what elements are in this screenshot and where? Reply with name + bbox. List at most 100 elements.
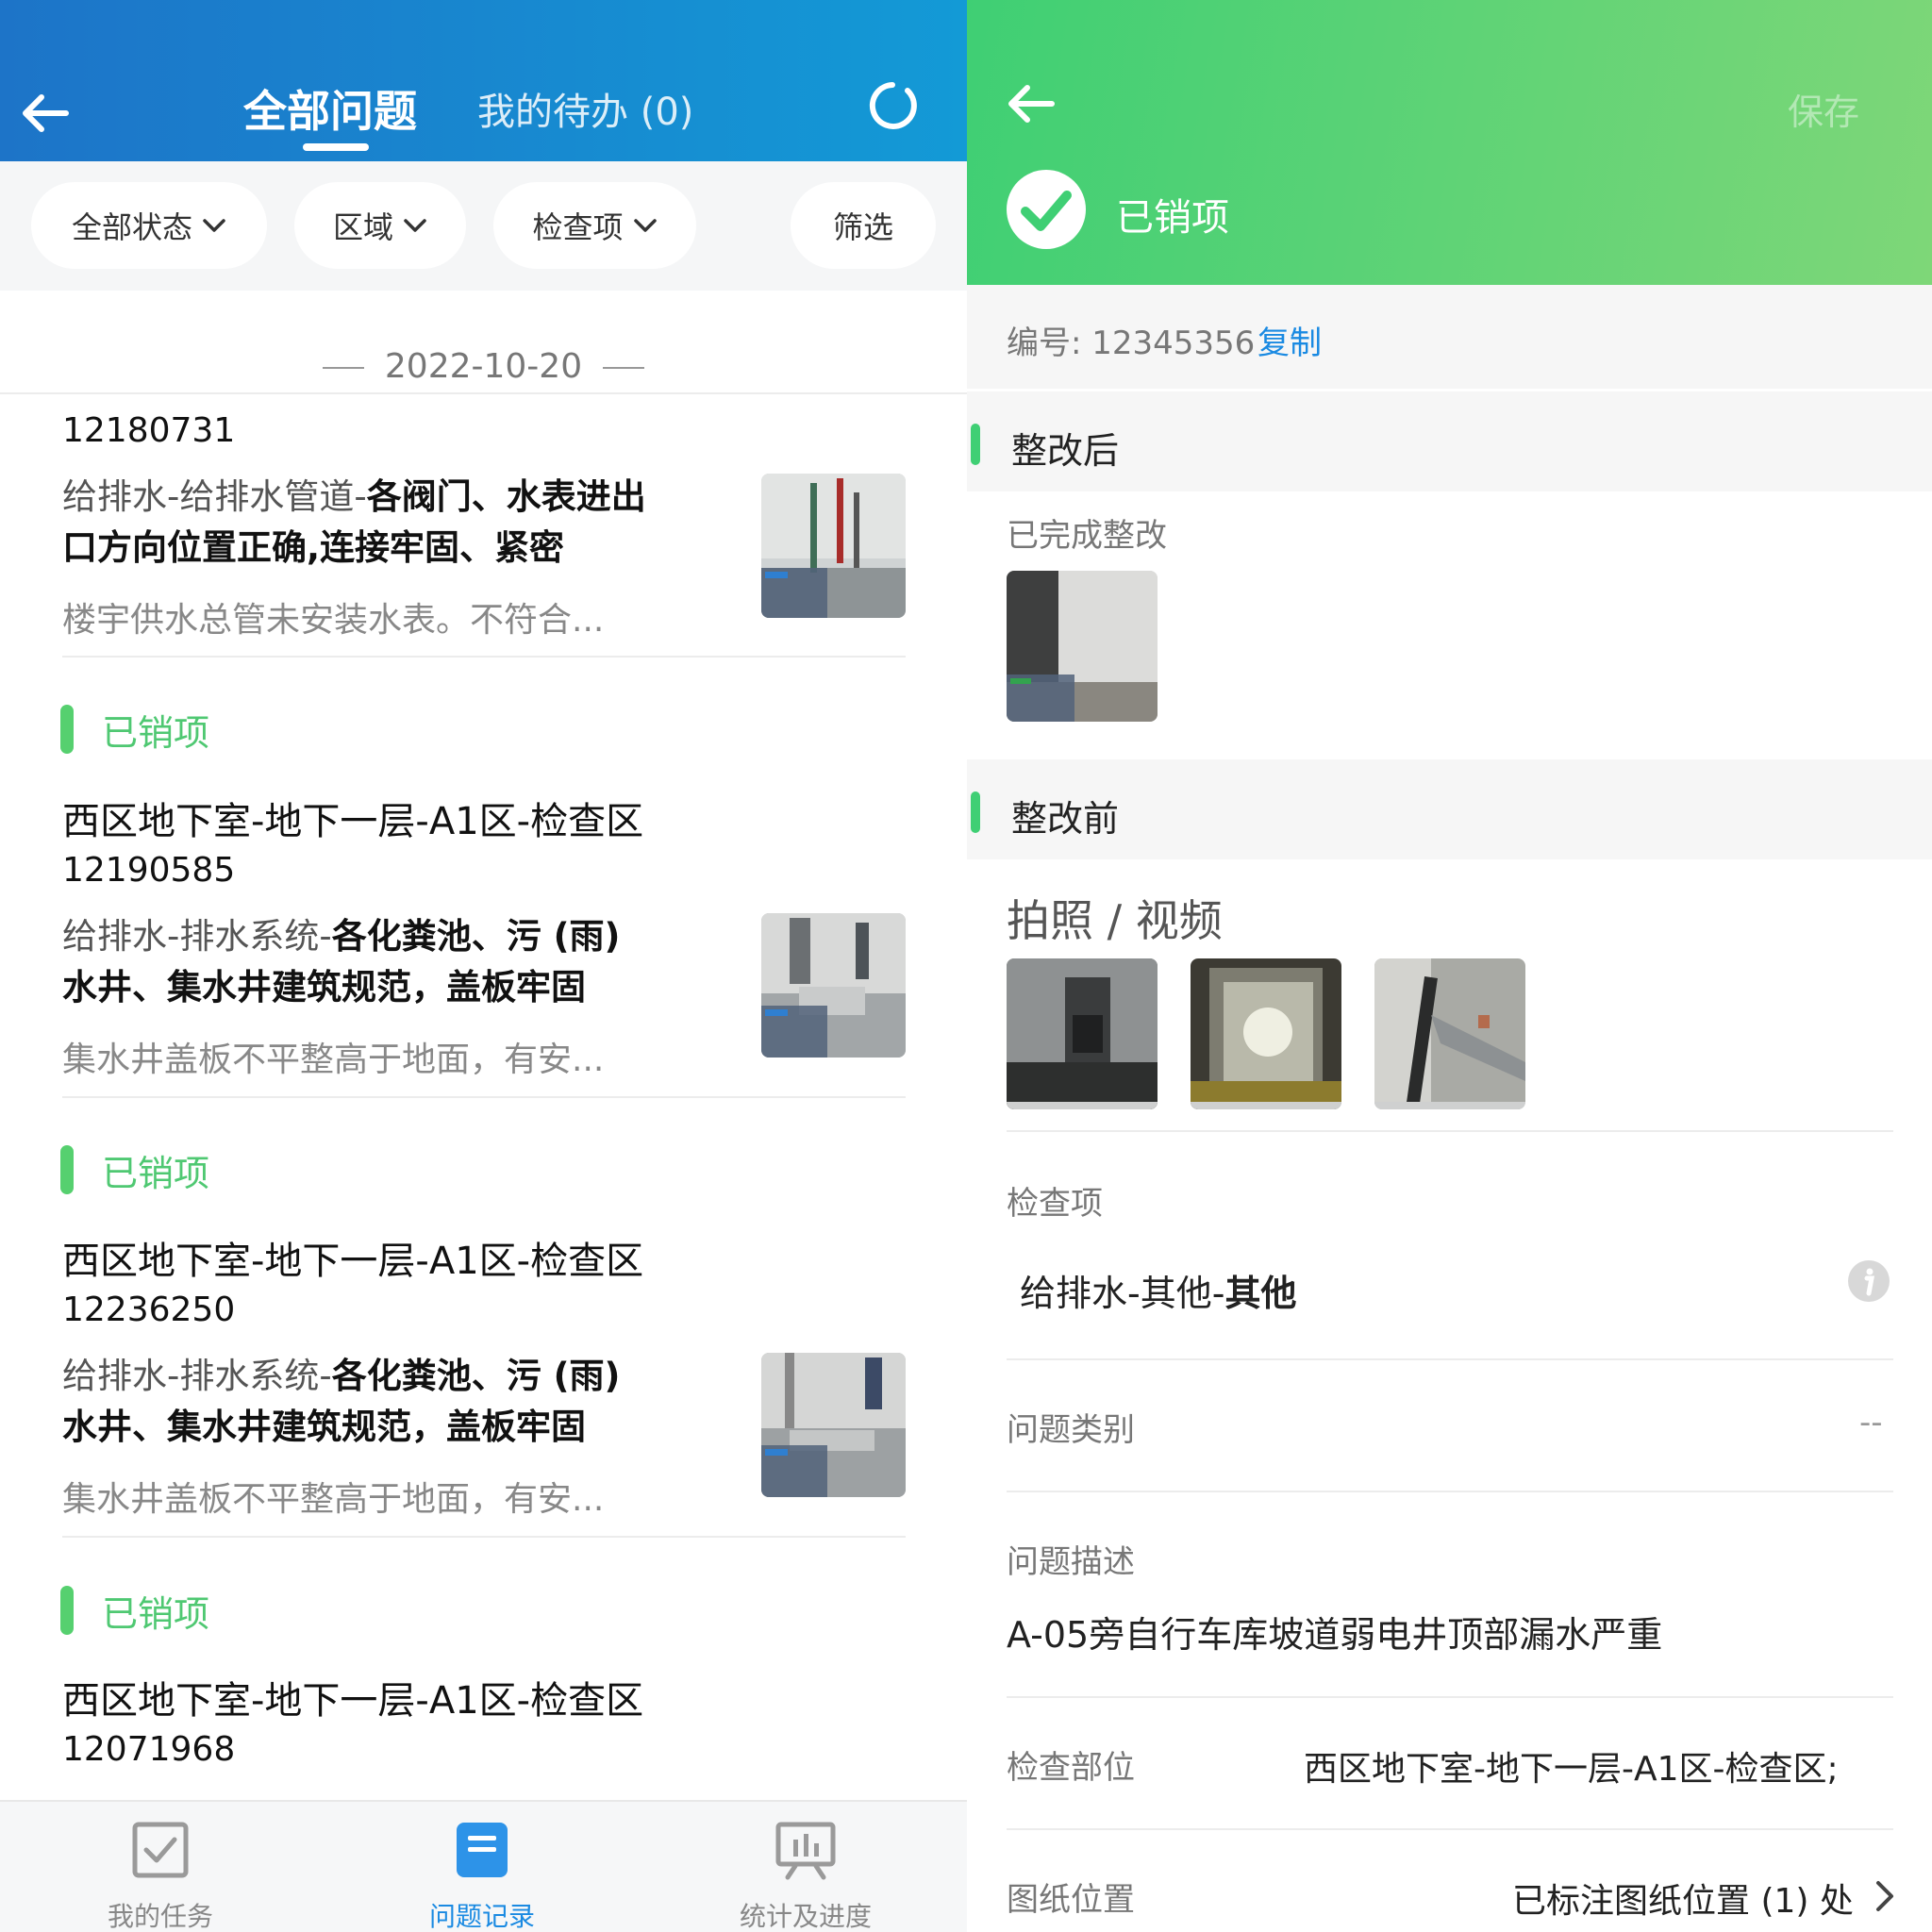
filter-area-label: 区域	[332, 209, 393, 245]
issue-id: 12236250	[62, 1291, 236, 1329]
issue-record-icon	[457, 1823, 508, 1877]
filter-bar: 全部状态 区域 检查项 筛选	[0, 161, 967, 291]
filter-status-dropdown[interactable]: 全部状态	[31, 182, 267, 269]
copy-code-button[interactable]: 复制	[1257, 317, 1322, 363]
chevron-right-icon[interactable]	[1871, 1877, 1899, 1915]
issue-item-line1: 各阀门、水表进出	[366, 476, 646, 517]
issue-check-item: 给排水-给排水管道-各阀门、水表进出 口方向位置正确,连接牢固、紧密	[62, 472, 685, 574]
check-part-value: 西区地下室-地下一层-A1区-检查区;	[1304, 1750, 1839, 1789]
section-bar	[971, 424, 980, 465]
task-check-icon	[132, 1822, 189, 1878]
issue-check-item: 给排水-排水系统-各化粪池、污 (雨) 水井、集水井建筑规范，盖板牢固	[62, 1351, 685, 1453]
check-item-prefix: 给排水-其他-	[1020, 1273, 1225, 1314]
issue-location: 西区地下室-地下一层-A1区-检查区	[62, 800, 644, 843]
section-title: 整改后	[1011, 430, 1120, 472]
issue-status: 已销项	[60, 1586, 210, 1635]
issue-list-screen: 全部问题 我的待办 (0) 全部状态 区域 检查项 筛选 2022-10-20 …	[0, 0, 967, 1932]
filter-status-label: 全部状态	[71, 209, 192, 245]
check-item-label: 检查项	[1007, 1185, 1103, 1223]
back-arrow-icon[interactable]	[17, 85, 74, 142]
filter-button-label: 筛选	[832, 209, 893, 245]
nav-stats-progress-label: 统计及进度	[739, 1901, 872, 1932]
field-divider	[1007, 1828, 1893, 1830]
status-bar	[60, 705, 74, 754]
issue-type-label: 问题类别	[1007, 1411, 1135, 1449]
section-after-rectification: 整改后	[967, 391, 1932, 491]
issue-item-line2: 水井、集水井建筑规范，盖板牢固	[62, 1407, 586, 1447]
issue-item-line1: 各化粪池、污 (雨)	[331, 916, 621, 957]
date-label: 2022-10-20	[0, 347, 967, 386]
issue-description: 集水井盖板不平整高于地面，有安...	[62, 1480, 605, 1519]
issue-category: 给排水-排水系统-	[62, 1356, 332, 1396]
card-divider	[62, 1096, 906, 1098]
list-header: 全部问题 我的待办 (0)	[0, 0, 967, 161]
issue-detail-screen: 保存 已销项 编号: 12345356 复制 整改后 已完成整改 整改前 拍照 …	[967, 0, 1932, 1932]
issue-location: 西区地下室-地下一层-A1区-检查区	[62, 1679, 644, 1723]
section-bar	[971, 791, 980, 833]
issue-category: 给排水-排水系统-	[62, 916, 332, 957]
save-button[interactable]: 保存	[1788, 83, 1859, 135]
field-divider	[1007, 1358, 1893, 1360]
filter-check-item-label: 检查项	[532, 209, 624, 245]
field-divider	[1007, 1491, 1893, 1492]
issue-status-label: 已销项	[102, 1152, 210, 1194]
check-item-bold: 其他	[1224, 1273, 1297, 1314]
stats-board-icon	[775, 1822, 836, 1880]
issue-status-label: 已销项	[102, 711, 210, 754]
field-divider	[1007, 1130, 1893, 1132]
photo-video-label: 拍照 / 视频	[1007, 895, 1223, 946]
detail-header: 保存 已销项	[967, 0, 1932, 285]
issue-id: 12071968	[62, 1730, 236, 1769]
issue-status-label: 已销项	[102, 1592, 210, 1635]
issue-photo-thumbnail[interactable]	[1007, 958, 1158, 1109]
issue-type-value[interactable]: --	[1859, 1404, 1883, 1441]
check-part-label: 检查部位	[1007, 1749, 1135, 1787]
issue-id: 12180731	[62, 411, 236, 450]
tab-my-todo[interactable]: 我的待办 (0)	[477, 81, 693, 136]
issue-item-line2: 口方向位置正确,连接牢固、紧密	[62, 527, 565, 568]
tab-all-issues[interactable]: 全部问题	[243, 77, 417, 140]
field-divider	[1007, 1696, 1893, 1698]
date-group-header: 2022-10-20	[0, 291, 967, 394]
issue-status: 已销项	[60, 1145, 210, 1194]
section-before-rectification: 整改前	[967, 759, 1932, 859]
chevron-down-icon	[633, 219, 657, 232]
chevron-down-icon	[404, 219, 426, 232]
issue-photo-thumbnail[interactable]	[761, 474, 906, 618]
back-arrow-icon[interactable]	[1003, 75, 1059, 132]
filter-area-dropdown[interactable]: 区域	[294, 182, 466, 269]
issue-photo-thumbnail[interactable]	[761, 1353, 906, 1497]
issue-item-line2: 水井、集水井建筑规范，盖板牢固	[62, 967, 586, 1008]
issue-status-label: 已销项	[1116, 196, 1229, 240]
drawing-location-label: 图纸位置	[1007, 1881, 1135, 1919]
issue-code: 编号: 12345356	[1007, 325, 1256, 362]
section-title: 整改前	[1011, 798, 1120, 840]
refresh-icon[interactable]	[866, 79, 919, 132]
status-bar	[60, 1586, 74, 1635]
drawing-location-value[interactable]: 已标注图纸位置 (1) 处	[1512, 1874, 1854, 1923]
info-icon[interactable]	[1847, 1259, 1890, 1303]
rectified-label: 已完成整改	[1007, 517, 1167, 555]
issue-photo-thumbnail[interactable]	[1374, 958, 1525, 1109]
check-item-value: 给排水-其他-其他	[1020, 1264, 1296, 1316]
nav-issue-records[interactable]: 问题记录	[369, 1819, 595, 1932]
issue-id: 12190585	[62, 851, 236, 890]
issue-location: 西区地下室-地下一层-A1区-检查区	[62, 1240, 644, 1283]
nav-stats-progress[interactable]: 统计及进度	[692, 1819, 919, 1932]
card-divider	[62, 656, 906, 658]
nav-my-tasks[interactable]: 我的任务	[47, 1819, 274, 1932]
issue-photo-thumbnail[interactable]	[761, 913, 906, 1058]
issue-desc-value: A-05旁自行车库坡道弱电井顶部漏水严重	[1007, 1614, 1663, 1656]
card-divider	[62, 1536, 906, 1538]
issue-status: 已销项	[60, 705, 210, 754]
filter-check-item-dropdown[interactable]: 检查项	[493, 182, 696, 269]
filter-button[interactable]: 筛选	[791, 182, 936, 269]
issue-check-item: 给排水-排水系统-各化粪池、污 (雨) 水井、集水井建筑规范，盖板牢固	[62, 911, 685, 1013]
nav-my-tasks-label: 我的任务	[107, 1901, 213, 1932]
chevron-down-icon	[203, 219, 225, 232]
issue-photo-thumbnail[interactable]	[1191, 958, 1341, 1109]
issue-desc-label: 问题描述	[1007, 1543, 1135, 1581]
nav-issue-records-label: 问题记录	[428, 1901, 535, 1932]
issue-category: 给排水-给排水管道-	[62, 476, 367, 517]
rectified-photo-thumbnail[interactable]	[1007, 571, 1158, 722]
